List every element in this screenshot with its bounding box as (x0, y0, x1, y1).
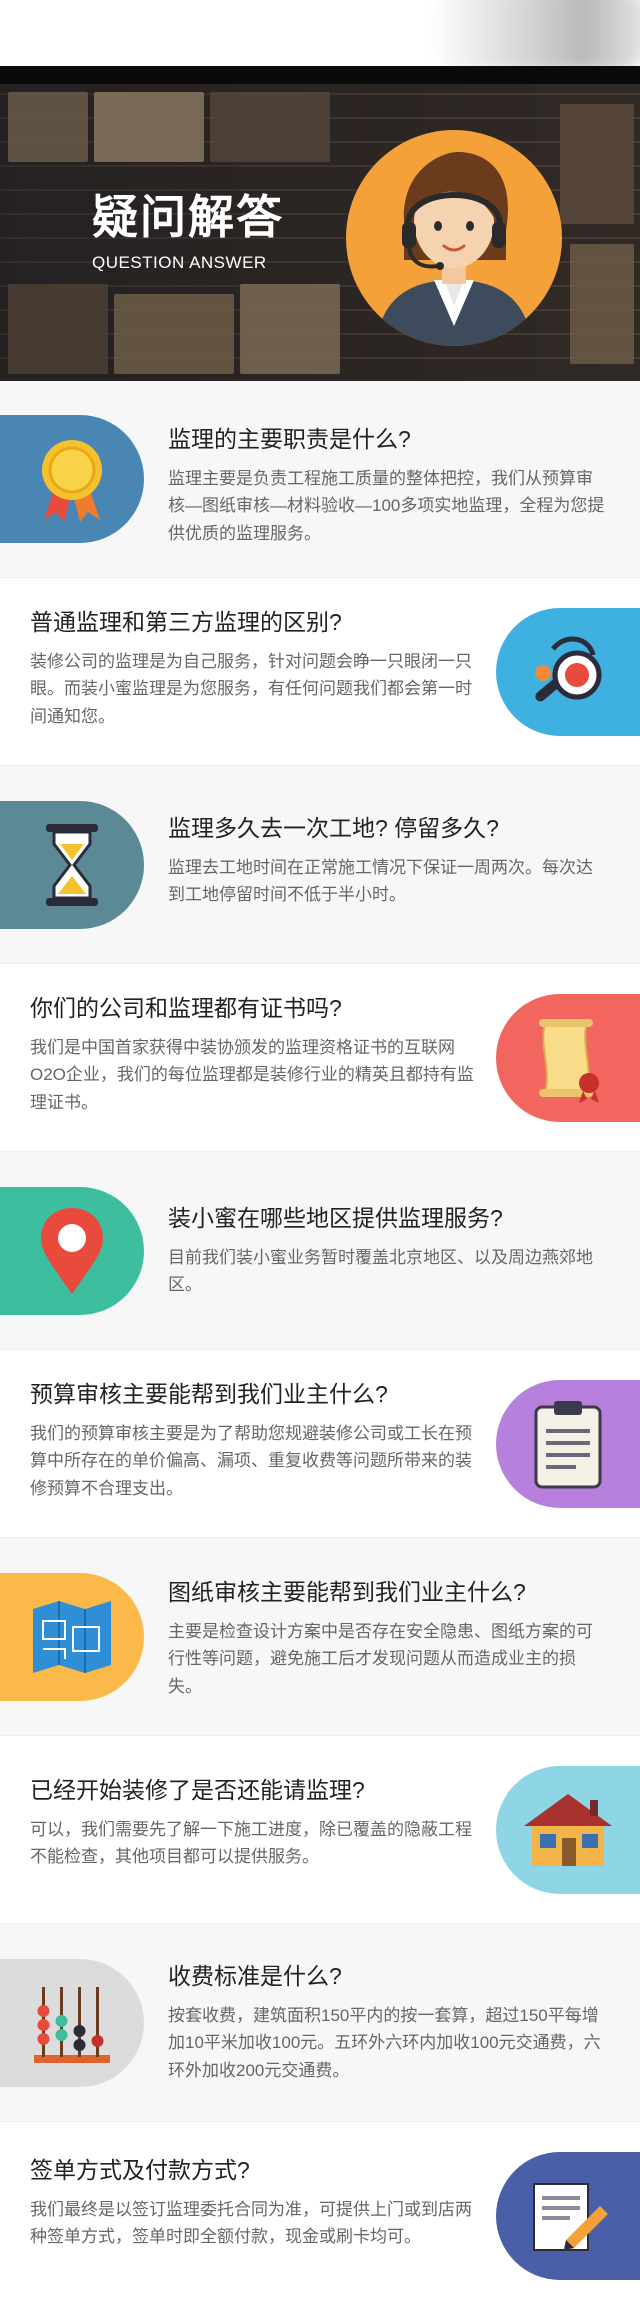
faq-icon-badge (0, 1186, 144, 1315)
faq-icon-badge (496, 1765, 640, 1894)
faq-item: 普通监理和第三方监理的区别? 装修公司的监理是为自己服务，针对问题会睁一只眼闭一… (0, 578, 640, 766)
magnifier-icon (535, 636, 602, 701)
faq-item: 收费标准是什么? 按套收费，建筑面积150平内的按一套算，超过150平每增加10… (0, 1924, 640, 2122)
operator-headset-icon (376, 152, 532, 346)
faq-question: 你们的公司和监理都有证书吗? (30, 995, 342, 1021)
faq-item: 监理多久去一次工地? 停留多久? 监理去工地时间在正常施工情况下保证一周两次。每… (0, 766, 640, 964)
faq-answer: 主要是检查设计方案中是否存在安全隐患、图纸方案的可行性等问题，避免施工后才发现问… (168, 1621, 593, 1696)
blurred-decoration (430, 0, 640, 66)
hero-bg-tile (240, 284, 340, 374)
faq-question: 图纸审核主要能帮到我们业主什么? (168, 1579, 526, 1605)
faq-item: 预算审核主要能帮到我们业主什么? 我们的预算审核主要是为了帮助您规避装修公司或工… (0, 1350, 640, 1538)
faq-item: 你们的公司和监理都有证书吗? 我们是中国首家获得中装协颁发的监理资格证书的互联网… (0, 964, 640, 1152)
hero-bg-tile (94, 92, 204, 162)
black-divider-bar (0, 66, 640, 84)
faq-icon-badge (496, 607, 640, 736)
contract-pen-icon (533, 2183, 608, 2251)
faq-question: 签单方式及付款方式? (30, 2157, 250, 2183)
hero-bg-tile (570, 244, 634, 364)
abacus-icon (34, 1986, 110, 2063)
medal-icon (42, 440, 102, 522)
faq-icon-badge (0, 800, 144, 929)
hero-bg-tile (114, 294, 234, 374)
faq-text: 普通监理和第三方监理的区别? 装修公司的监理是为自己服务，针对问题会睁一只眼闭一… (30, 608, 476, 730)
faq-answer: 监理去工地时间在正常施工情况下保证一周两次。每次达到工地停留时间不低于半小时。 (168, 857, 593, 905)
faq-icon-badge (0, 1572, 144, 1701)
faq-icon-badge (496, 2152, 640, 2280)
top-strip (0, 0, 640, 66)
faq-question: 装小蜜在哪些地区提供监理服务? (168, 1205, 503, 1231)
faq-icon-badge (496, 993, 640, 1122)
faq-answer: 可以，我们需要先了解一下施工进度，除已覆盖的隐蔽工程不能检查，其他项目都可以提供… (30, 1819, 472, 1867)
faq-answer: 我们最终是以签订监理委托合同为准，可提供上门或到店两种签单方式，签单时即全额付款… (30, 2199, 472, 2247)
faq-answer: 监理主要是负责工程施工质量的整体把控，我们从预算审核—图纸审核—材料验收—100… (168, 468, 605, 543)
location-pin-icon (41, 1207, 103, 1294)
hero-title-group: 疑问解答 QUESTION ANSWER (92, 192, 284, 273)
certificate-scroll-icon (539, 1018, 599, 1103)
faq-text: 预算审核主要能帮到我们业主什么? 我们的预算审核主要是为了帮助您规避装修公司或工… (30, 1380, 476, 1502)
hourglass-icon (46, 823, 98, 906)
faq-text: 收费标准是什么? 按套收费，建筑面积150平内的按一套算，超过150平每增加10… (168, 1962, 608, 2084)
faq-text: 图纸审核主要能帮到我们业主什么? 主要是检查设计方案中是否存在安全隐患、图纸方案… (168, 1578, 608, 1700)
faq-answer: 我们是中国首家获得中装协颁发的监理资格证书的互联网O2O企业，我们的每位监理都是… (30, 1037, 474, 1112)
hero-bg-tile (210, 92, 330, 162)
faq-question: 收费标准是什么? (168, 1963, 342, 1989)
hero-bg-tile (8, 284, 108, 374)
customer-service-avatar (346, 130, 562, 346)
faq-question: 普通监理和第三方监理的区别? (30, 609, 342, 635)
faq-question: 预算审核主要能帮到我们业主什么? (30, 1381, 388, 1407)
faq-icon-badge (0, 415, 144, 543)
faq-text: 签单方式及付款方式? 我们最终是以签订监理委托合同为准，可提供上门或到店两种签单… (30, 2156, 476, 2251)
hero-bg-tile (8, 92, 88, 162)
hero-bg-tile (560, 104, 634, 224)
faq-text: 监理的主要职责是什么? 监理主要是负责工程施工质量的整体把控，我们从预算审核—图… (168, 425, 608, 547)
faq-icon-badge (0, 1958, 144, 2087)
faq-icon-badge (496, 1379, 640, 1508)
faq-item: 监理的主要职责是什么? 监理主要是负责工程施工质量的整体把控，我们从预算审核—图… (0, 381, 640, 578)
faq-text: 你们的公司和监理都有证书吗? 我们是中国首家获得中装协颁发的监理资格证书的互联网… (30, 994, 476, 1116)
clipboard-icon (534, 1400, 602, 1488)
faq-answer: 按套收费，建筑面积150平内的按一套算，超过150平每增加10平米加收100元。… (168, 2005, 601, 2080)
faq-answer: 装修公司的监理是为自己服务，针对问题会睁一只眼闭一只眼。而装小蜜监理是为您服务，… (30, 651, 472, 726)
faq-answer: 目前我们装小蜜业务暂时覆盖北京地区、以及周边燕郊地区。 (168, 1247, 593, 1295)
hero-subtitle: QUESTION ANSWER (92, 252, 267, 272)
hero-title: 疑问解答 (92, 191, 284, 243)
faq-question: 监理的主要职责是什么? (168, 426, 411, 452)
house-icon (524, 1793, 612, 1866)
faq-text: 监理多久去一次工地? 停留多久? 监理去工地时间在正常施工情况下保证一周两次。每… (168, 814, 608, 909)
faq-item: 装小蜜在哪些地区提供监理服务? 目前我们装小蜜业务暂时覆盖北京地区、以及周边燕郊… (0, 1152, 640, 1350)
faq-text: 装小蜜在哪些地区提供监理服务? 目前我们装小蜜业务暂时覆盖北京地区、以及周边燕郊… (168, 1204, 608, 1299)
hero-banner: 疑问解答 QUESTION ANSWER (0, 84, 640, 381)
faq-text: 已经开始装修了是否还能请监理? 可以，我们需要先了解一下施工进度，除已覆盖的隐蔽… (30, 1776, 476, 1871)
faq-answer: 我们的预算审核主要是为了帮助您规避装修公司或工长在预算中所存在的单价偏高、漏项、… (30, 1423, 472, 1498)
faq-question: 已经开始装修了是否还能请监理? (30, 1777, 365, 1803)
faq-item: 签单方式及付款方式? 我们最终是以签订监理委托合同为准，可提供上门或到店两种签单… (0, 2122, 640, 2310)
faq-item: 图纸审核主要能帮到我们业主什么? 主要是检查设计方案中是否存在安全隐患、图纸方案… (0, 1538, 640, 1736)
faq-item: 已经开始装修了是否还能请监理? 可以，我们需要先了解一下施工进度，除已覆盖的隐蔽… (0, 1736, 640, 1924)
faq-question: 监理多久去一次工地? 停留多久? (168, 815, 499, 841)
blueprint-map-icon (33, 1600, 111, 1673)
